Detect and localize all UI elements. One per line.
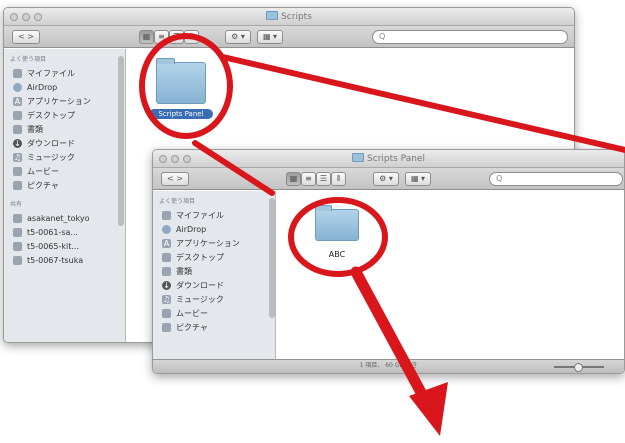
network-drive-icon — [13, 227, 22, 237]
column-view-button[interactable]: ☰ — [316, 172, 331, 186]
sidebar-item-applications[interactable]: A アプリケーション — [153, 236, 275, 250]
downloads-icon: ↓ — [13, 138, 22, 148]
finder-window-scripts-panel: Scripts Panel < > ▦ ≡ ☰ ⫴ ⚙ ▾ ▦ ▾ Q よく使う… — [152, 149, 625, 374]
toolbar: < > ▦ ≡ ☰ ⫴ ⚙ ▾ ▦ ▾ Q — [153, 168, 624, 190]
toolbar: < > ▦ ≡ ☰ ⫴ ⚙ ▾ ▦ ▾ Q — [4, 26, 574, 48]
search-field[interactable]: Q — [372, 30, 568, 44]
music-icon: ♫ — [162, 294, 171, 304]
icon-view-button[interactable]: ▦ — [139, 30, 154, 44]
window-title: Scripts — [4, 11, 574, 22]
applications-icon: A — [162, 238, 171, 248]
folder-icon[interactable] — [156, 58, 206, 104]
folder-label[interactable]: Scripts Panel — [149, 109, 213, 119]
files-icon — [13, 68, 22, 78]
sidebar-item-desktop[interactable]: デスクトップ — [4, 108, 125, 122]
sidebar-item-shared[interactable]: asakanet_tokyo — [4, 211, 125, 225]
title-bar[interactable]: Scripts — [4, 8, 574, 26]
folder-icon[interactable] — [315, 205, 359, 241]
sidebar-item-applications[interactable]: A アプリケーション — [4, 94, 125, 108]
title-bar[interactable]: Scripts Panel — [153, 150, 624, 168]
column-view-button[interactable]: ☰ — [169, 30, 184, 44]
icon-view-button[interactable]: ▦ — [286, 172, 301, 186]
folder-icon — [266, 11, 279, 20]
sidebar-item-music[interactable]: ♫ ミュージック — [4, 150, 125, 164]
sidebar-item-myfiles[interactable]: マイファイル — [153, 208, 275, 222]
network-drive-icon — [13, 255, 22, 265]
content-area: ABC — [277, 191, 624, 373]
sidebar-item-pictures[interactable]: ピクチャ — [153, 320, 275, 334]
sidebar-scrollbar[interactable] — [269, 198, 275, 318]
icon-size-slider[interactable] — [554, 363, 604, 372]
sidebar-item-airdrop[interactable]: AirDrop — [4, 80, 125, 94]
sidebar-item-shared[interactable]: t5-0067-tsuka — [4, 253, 125, 267]
coverflow-view-button[interactable]: ⫴ — [184, 30, 199, 44]
sidebar-heading-favorites: よく使う項目 — [159, 198, 196, 205]
sidebar-scrollbar[interactable] — [118, 56, 124, 226]
pictures-icon — [162, 322, 171, 332]
pictures-icon — [13, 180, 22, 190]
action-menu-button[interactable]: ⚙ ▾ — [225, 30, 251, 44]
search-field[interactable]: Q — [489, 172, 623, 186]
list-view-button[interactable]: ≡ — [154, 30, 169, 44]
sidebar-item-desktop[interactable]: デスクトップ — [153, 250, 275, 264]
folder-label[interactable]: ABC — [319, 250, 355, 259]
coverflow-view-button[interactable]: ⫴ — [331, 172, 346, 186]
sidebar-item-downloads[interactable]: ↓ ダウンロード — [4, 136, 125, 150]
sidebar-item-shared[interactable]: t5-0065-kit... — [4, 239, 125, 253]
sidebar-item-downloads[interactable]: ↓ ダウンロード — [153, 278, 275, 292]
documents-icon — [162, 266, 171, 276]
network-drive-icon — [13, 241, 22, 251]
music-icon: ♫ — [13, 152, 22, 162]
sidebar-heading-shared: 共有 — [10, 201, 23, 208]
sidebar-item-documents[interactable]: 書類 — [4, 122, 125, 136]
airdrop-icon — [13, 82, 22, 92]
sidebar-item-shared[interactable]: t5-0061-sa... — [4, 225, 125, 239]
desktop-icon — [13, 110, 22, 120]
sidebar-item-movies[interactable]: ムービー — [4, 164, 125, 178]
sidebar-item-music[interactable]: ♫ ミュージック — [153, 292, 275, 306]
back-forward-button[interactable]: < > — [161, 172, 189, 186]
folder-icon — [352, 153, 365, 162]
sidebar-item-airdrop[interactable]: AirDrop — [153, 222, 275, 236]
network-drive-icon — [13, 213, 22, 223]
desktop-icon — [162, 252, 171, 262]
sidebar-heading-favorites: よく使う項目 — [10, 56, 47, 63]
sidebar-item-pictures[interactable]: ピクチャ — [4, 178, 125, 192]
sidebar-item-myfiles[interactable]: マイファイル — [4, 66, 125, 80]
arrange-menu-button[interactable]: ▦ ▾ — [257, 30, 283, 44]
files-icon — [162, 210, 171, 220]
window-title: Scripts Panel — [153, 153, 624, 164]
movies-icon — [13, 166, 22, 176]
sidebar: よく使う項目 マイファイル AirDrop A アプリケーション デスクトップ 書… — [153, 191, 276, 373]
status-text: 1 項目、 60 GB 空き — [359, 362, 418, 369]
arrow-head — [409, 382, 448, 436]
downloads-icon: ↓ — [162, 280, 171, 290]
movies-icon — [162, 308, 171, 318]
sidebar-item-movies[interactable]: ムービー — [153, 306, 275, 320]
documents-icon — [13, 124, 22, 134]
sidebar: よく使う項目 マイファイル AirDrop A アプリケーション デスクトップ 書… — [4, 49, 126, 342]
applications-icon: A — [13, 96, 22, 106]
arrange-menu-button[interactable]: ▦ ▾ — [405, 172, 431, 186]
list-view-button[interactable]: ≡ — [301, 172, 316, 186]
sidebar-item-documents[interactable]: 書類 — [153, 264, 275, 278]
status-bar: 1 項目、 60 GB 空き — [153, 359, 624, 373]
action-menu-button[interactable]: ⚙ ▾ — [373, 172, 399, 186]
airdrop-icon — [162, 224, 171, 234]
back-forward-button[interactable]: < > — [12, 30, 40, 44]
